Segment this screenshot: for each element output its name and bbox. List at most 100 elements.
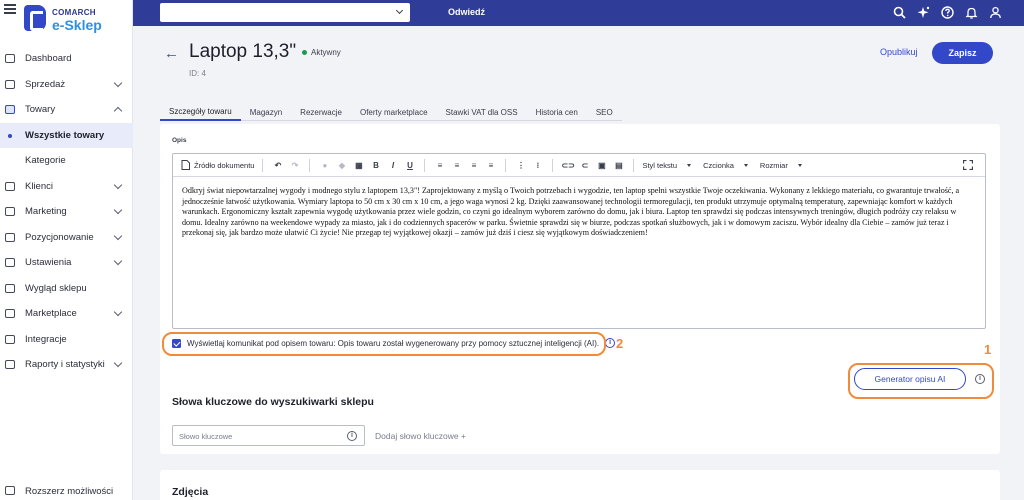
publish-button[interactable]: Opublikuj [880, 47, 918, 57]
description-label: Opis [172, 137, 187, 144]
trend-icon [5, 232, 15, 242]
sidebar-item-integrations[interactable]: Integracje [0, 327, 133, 353]
editor-toolbar: Źródło dokumentu ↶ ↷ ● ◆ ▦ B I U ≡ ≡ ≡ ≡… [173, 154, 985, 177]
bullet-list-icon[interactable]: ⁝ [531, 159, 544, 172]
tab-warehouse[interactable]: Magazyn [241, 104, 291, 121]
palette-icon [5, 283, 15, 293]
tab-bar: Szczegóły towaru Magazyn Rezerwacje Ofer… [160, 104, 622, 121]
sparkle-icon[interactable] [917, 6, 930, 19]
toolbar-divider [552, 158, 554, 172]
comment-add-icon[interactable]: ◆ [335, 159, 348, 172]
toolbar-divider [424, 158, 426, 172]
table-icon[interactable]: ▤ [612, 159, 625, 172]
image-icon[interactable]: ▣ [595, 159, 608, 172]
align-right-icon[interactable]: ≡ [467, 159, 480, 172]
description-text[interactable]: Odkryj świat niepowtarzalnej wygody i mo… [182, 186, 978, 239]
keyword-input[interactable] [179, 430, 339, 442]
tab-seo[interactable]: SEO [587, 104, 622, 121]
text-style-select[interactable]: Styl tekstu [642, 161, 692, 170]
chevron-down-icon [113, 78, 123, 87]
description-editor: Źródło dokumentu ↶ ↷ ● ◆ ▦ B I U ≡ ≡ ≡ ≡… [172, 153, 986, 329]
chevron-down-icon [113, 205, 123, 215]
tab-price-history[interactable]: Historia cen [527, 104, 587, 121]
source-button[interactable]: Źródło dokumentu [181, 160, 254, 170]
sidebar-item-reports[interactable]: Raporty i statystyki [0, 352, 133, 378]
size-select[interactable]: Rozmiar [760, 161, 802, 170]
help-icon[interactable] [941, 6, 954, 19]
box-icon [5, 105, 15, 114]
logo-company: COMARCH [52, 8, 96, 17]
tab-details[interactable]: Szczegóły towaru [160, 104, 241, 121]
sidebar-item-all-products[interactable]: Wszystkie towary [0, 122, 133, 148]
sidebar-item-seo[interactable]: Pozycjonowanie [0, 225, 133, 251]
expand-icon[interactable] [963, 160, 973, 170]
bold-button[interactable]: B [369, 159, 382, 172]
underline-button[interactable]: U [403, 159, 416, 172]
search-icon[interactable] [893, 6, 906, 19]
visit-link[interactable]: Odwiedź [448, 7, 485, 17]
chevron-down-icon [113, 256, 123, 266]
table-format-icon[interactable]: ▦ [352, 159, 365, 172]
sidebar-item-settings[interactable]: Ustawienia [0, 250, 133, 276]
dropdown-icon [743, 163, 748, 167]
sidebar-item-appearance[interactable]: Wygląd sklepu [0, 276, 133, 302]
toolbar-divider [309, 158, 311, 172]
sidebar-item-customers[interactable]: Klienci [0, 174, 133, 200]
chevron-up-icon [113, 106, 123, 116]
store-icon [5, 309, 15, 318]
info-icon[interactable]: i [347, 431, 357, 441]
apps-icon [5, 486, 15, 495]
unlink-icon[interactable]: ⊂ [578, 159, 591, 172]
chevron-down-icon [113, 231, 123, 240]
bell-icon[interactable] [965, 6, 978, 19]
align-left-icon[interactable]: ≡ [433, 159, 446, 172]
dashboard-icon [5, 54, 15, 63]
sidebar-item-categories[interactable]: Kategorie [0, 148, 133, 174]
chevron-down-icon [395, 6, 404, 15]
numbered-list-icon[interactable]: ⋮ [514, 159, 527, 172]
save-button[interactable]: Zapisz [932, 42, 993, 64]
chevron-down-icon [113, 307, 123, 317]
user-icon[interactable] [989, 6, 1002, 19]
keywords-title: Słowa kluczowe do wyszukiwarki sklepu [172, 396, 374, 408]
italic-button[interactable]: I [386, 159, 399, 172]
keyword-field[interactable]: i [172, 425, 365, 446]
sidebar-item-sales[interactable]: Sprzedaż [0, 72, 133, 98]
tab-reservations[interactable]: Rezerwacje [291, 104, 351, 121]
back-arrow-icon[interactable]: ← [164, 45, 179, 62]
document-icon [181, 160, 190, 170]
redo-icon[interactable]: ↷ [288, 159, 301, 172]
comment-icon[interactable]: ● [318, 159, 331, 172]
menu-icon[interactable] [4, 4, 16, 14]
details-card: Opis Źródło dokumentu ↶ ↷ ● ◆ ▦ B I U ≡ … [160, 124, 1000, 454]
store-select[interactable] [160, 3, 410, 22]
star-icon [5, 207, 15, 216]
page-title: Laptop 13,3" [189, 41, 297, 62]
tab-marketplace-offers[interactable]: Oferty marketplace [351, 104, 437, 121]
sidebar-item-marketing[interactable]: Marketing [0, 199, 133, 225]
sidebar-item-extend[interactable]: Rozszerz możliwości [0, 482, 133, 500]
cart-icon [5, 79, 15, 89]
chart-icon [5, 360, 15, 369]
sidebar-item-marketplace[interactable]: Marketplace [0, 301, 133, 327]
highlight-generator [848, 363, 994, 399]
sidebar-nav: Dashboard Sprzedaż Towary Wszystkie towa… [0, 46, 133, 378]
undo-icon[interactable]: ↶ [271, 159, 284, 172]
highlight-marker-1: 1 [984, 342, 992, 357]
info-icon[interactable]: i [605, 338, 616, 348]
sidebar-item-dashboard[interactable]: Dashboard [0, 46, 133, 72]
logo[interactable]: COMARCH e-Sklep [24, 5, 132, 39]
highlight-ai-notice [162, 332, 606, 356]
align-justify-icon[interactable]: ≡ [484, 159, 497, 172]
tab-vat-oss[interactable]: Stawki VAT dla OSS [437, 104, 527, 121]
font-select[interactable]: Czcionka [703, 161, 748, 170]
dropdown-icon [797, 163, 802, 167]
users-icon [5, 181, 15, 191]
align-center-icon[interactable]: ≡ [450, 159, 463, 172]
add-keyword-button[interactable]: Dodaj słowo kluczowe + [375, 431, 466, 441]
sidebar: COMARCH e-Sklep Dashboard Sprzedaż Towar… [0, 0, 133, 500]
sidebar-item-products[interactable]: Towary [0, 97, 133, 123]
top-bar: Odwiedź [133, 0, 1024, 26]
link-icon[interactable]: ⊂⊃ [561, 159, 574, 172]
top-icons [893, 6, 1002, 19]
